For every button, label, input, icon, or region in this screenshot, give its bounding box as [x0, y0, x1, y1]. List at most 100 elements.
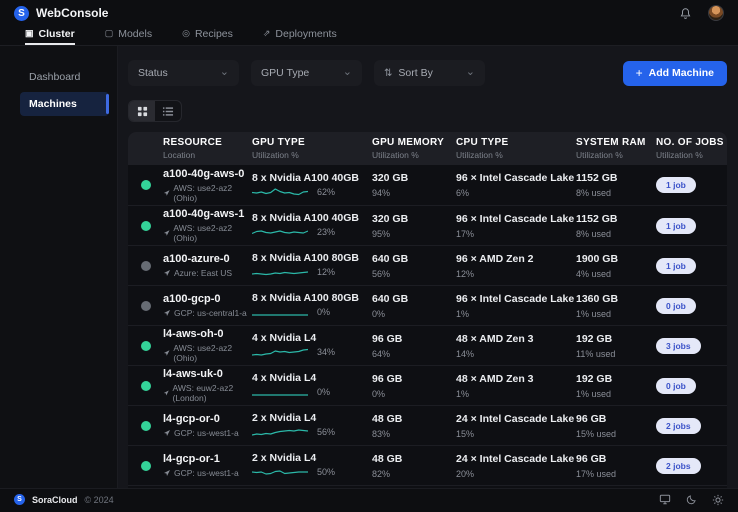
jobs-badge: 1 job — [656, 217, 696, 234]
cpu-utilization: 15% — [456, 428, 475, 439]
machine-location-label: GCP: us-west1-a — [174, 468, 239, 478]
status-dot — [140, 300, 151, 311]
location-icon — [164, 270, 170, 276]
deployments-icon: ⇗ — [262, 28, 271, 38]
ram-utilization: 1% used — [576, 308, 612, 319]
tab-recipes[interactable]: ◎ Recipes — [182, 26, 233, 45]
gpu-memory: 640 GB — [372, 292, 409, 305]
gpu-utilization: 34% — [317, 347, 336, 357]
gpu-type: 2 x Nvidia L4 — [252, 412, 317, 424]
machine-name: a100-40g-aws-1 — [163, 208, 245, 220]
table-body: a100-40g-aws-0 AWS: use2-az2 (Ohio) 8 x Nv… — [128, 165, 727, 485]
system-ram: 192 GB — [576, 372, 613, 385]
machine-location: Azure: East US — [163, 268, 252, 278]
gpu-utilization-sparkline — [252, 271, 308, 276]
machine-row[interactable]: a100-40g-aws-0 AWS: use2-az2 (Ohio) 8 x Nv… — [128, 165, 727, 205]
tab-label: Recipes — [194, 27, 233, 40]
cpu-type: 48 × AMD Zen 3 — [456, 372, 534, 385]
cpu-utilization: 1% — [456, 308, 470, 319]
dropdown-gpu-type[interactable]: GPU Type ⌄ — [251, 60, 362, 86]
chevron-down-icon: ⌄ — [342, 66, 352, 79]
dropdown-sort-by[interactable]: ⇅ Sort By ⌄ — [374, 60, 485, 86]
machine-row[interactable]: l4-aws-uk-0 AWS: euw2-az2 (London) 4 x Nvi… — [128, 365, 727, 405]
main-content: Status ⌄ GPU Type ⌄ ⇅ Sort By ⌄ + Add Machine — [118, 46, 738, 488]
sidebar-item-label: Machines — [29, 98, 77, 110]
sidebar-item-machines[interactable]: Machines — [20, 92, 109, 116]
sidebar-item-label: Dashboard — [29, 71, 81, 83]
ram-utilization: 1% used — [576, 388, 612, 399]
notifications-bell-icon[interactable] — [679, 7, 692, 20]
column-header-gpu-type: GPU TYPE Utilization % — [252, 137, 305, 160]
ram-utilization: 11% used — [576, 348, 616, 359]
user-avatar[interactable] — [708, 5, 724, 21]
gpu-memory: 48 GB — [372, 412, 403, 425]
machine-location: AWS: use2-az2 (Ohio) — [163, 183, 252, 203]
status-dot — [140, 380, 151, 391]
system-ram: 1152 GB — [576, 172, 618, 184]
cpu-utilization: 17% — [456, 228, 475, 239]
machine-row[interactable]: a100-40g-aws-1 AWS: use2-az2 (Ohio) 8 x Nv… — [128, 205, 727, 245]
gpu-memory-utilization: 94% — [372, 188, 391, 198]
gpu-memory-utilization: 56% — [372, 268, 391, 279]
footer-copyright: © 2024 — [84, 494, 114, 505]
gpu-memory: 48 GB — [372, 452, 403, 465]
gpu-utilization: 62% — [317, 186, 336, 197]
gpu-memory-utilization: 82% — [372, 468, 391, 479]
system-ram: 1152 GB — [576, 212, 618, 225]
footer: S SoraCloud © 2024 — [0, 488, 738, 510]
machine-name: l4-aws-uk-0 — [163, 368, 223, 380]
gpu-utilization-sparkline — [252, 470, 308, 475]
machine-location-label: AWS: use2-az2 (Ohio) — [173, 223, 233, 243]
gpu-type: 2 x Nvidia L4 — [252, 452, 317, 464]
system-ram: 1900 GB — [576, 252, 619, 265]
tab-label: Cluster — [38, 27, 75, 40]
view-toggle — [128, 100, 182, 122]
machine-row[interactable]: l4-aws-oh-0 AWS: use2-az2 (Ohio) 4 x Nvidi… — [128, 325, 727, 365]
location-icon — [163, 230, 170, 236]
moon-icon[interactable] — [686, 494, 697, 505]
add-machine-button[interactable]: + Add Machine — [622, 60, 727, 86]
tab-deployments[interactable]: ⇗ Deployments — [263, 26, 337, 45]
machine-row[interactable]: a100-azure-0 Azure: East US 8 x Nvidia A10… — [128, 245, 727, 285]
machine-row[interactable]: l4-gcp-or-0 GCP: us-west1-a 2 x Nvidia L4 5… — [128, 405, 727, 445]
tab-cluster[interactable]: ▣ Cluster — [25, 26, 75, 45]
models-icon: ▢ — [104, 28, 114, 38]
display-icon[interactable] — [659, 494, 671, 505]
add-machine-label: Add Machine — [648, 67, 714, 79]
status-dot — [140, 260, 151, 271]
filter-bar: Status ⌄ GPU Type ⌄ ⇅ Sort By ⌄ + Add Machine — [128, 60, 727, 86]
ram-utilization: 8% used — [576, 188, 612, 198]
machine-row[interactable]: l4-gcp-or-1 GCP: us-west1-a 2 x Nvidia L4 5… — [128, 445, 727, 485]
recipes-icon: ◎ — [182, 28, 190, 38]
ram-utilization: 17% used — [576, 468, 617, 479]
app-title: WebConsole — [36, 6, 109, 20]
tab-label: Models — [118, 27, 153, 40]
gpu-memory: 320 GB — [372, 172, 409, 184]
location-icon — [163, 390, 169, 396]
grid-view-button[interactable] — [129, 101, 155, 121]
system-ram: 1360 GB — [576, 292, 619, 305]
machine-location: GCP: us-west1-a — [163, 428, 252, 438]
gpu-utilization: 0% — [317, 387, 331, 397]
sidebar-item-dashboard[interactable]: Dashboard — [20, 65, 109, 89]
list-view-button[interactable] — [155, 101, 181, 121]
ram-utilization: 4% used — [576, 268, 612, 279]
location-icon — [164, 310, 170, 316]
column-header-resource: RESOURCE Location — [163, 137, 223, 160]
gpu-utilization-sparkline — [252, 348, 308, 356]
column-header-system-ram: SYSTEM RAM Utilization % — [576, 137, 646, 160]
gpu-utilization: 50% — [317, 467, 336, 477]
gpu-memory-utilization: 83% — [372, 428, 391, 439]
tab-models[interactable]: ▢ Models — [105, 26, 152, 45]
cpu-type: 96 × AMD Zen 2 — [456, 252, 534, 265]
status-dot — [140, 220, 151, 231]
status-dot — [140, 180, 151, 190]
dropdown-status[interactable]: Status ⌄ — [128, 60, 239, 86]
machine-row[interactable]: a100-gcp-0 GCP: us-central1-a 8 x Nvidia A… — [128, 285, 727, 325]
gpu-memory: 96 GB — [372, 372, 403, 385]
machine-location: AWS: euw2-az2 (London) — [163, 383, 252, 403]
sun-icon[interactable] — [712, 494, 724, 506]
machine-name: l4-gcp-or-1 — [163, 453, 220, 465]
gpu-utilization: 12% — [317, 267, 336, 277]
partial-row — [128, 485, 727, 488]
